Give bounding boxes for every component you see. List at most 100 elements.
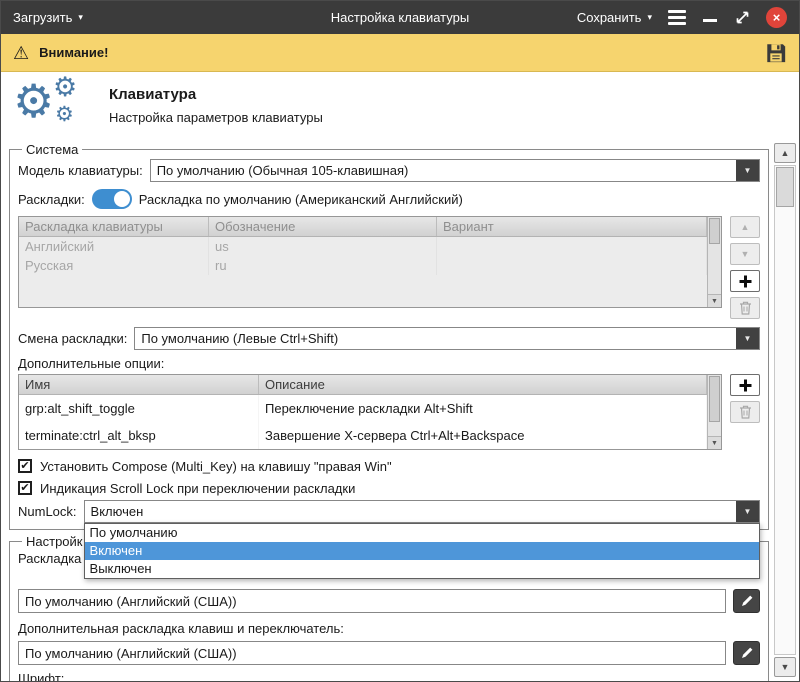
table-row[interactable]: Английский us [19,237,707,256]
table-row[interactable]: Русская ru [19,256,707,275]
column-header-description: Описание [259,375,707,394]
gear-icon: ⚙ [13,78,54,124]
titlebar: Загрузить ▾ Настройка клавиатуры Сохрани… [1,1,799,34]
page-scrollbar[interactable]: ▲ ▼ [774,143,796,677]
page-header-text: Клавиатура Настройка параметров клавиату… [109,86,323,125]
layout-switch-select[interactable]: По умолчанию (Левые Ctrl+Shift) ▼ [134,327,760,350]
scrollbar-track[interactable] [774,165,796,655]
default-layout-toggle[interactable] [92,189,132,209]
numlock-select-anchor: Включен ▼ По умолчанию Включен Выключен [84,500,760,523]
scrolllock-checkbox[interactable]: ✔ [18,481,32,495]
font-label: Шрифт: [18,671,760,682]
layout-name-cell: Русская [19,256,209,275]
table-row[interactable]: terminate:ctrl_alt_bksp Завершение X-сер… [19,422,707,449]
extra-layout-label: Дополнительная раскладка клавиш и перекл… [18,621,760,637]
numlock-select[interactable]: Включен ▼ [84,500,760,523]
extra-options-label: Дополнительные опции: [18,356,760,372]
scrolllock-checkbox-label: Индикация Scroll Lock при переключении р… [40,481,355,496]
layout-variant-cell [437,256,707,275]
compose-checkbox-label: Установить Compose (Multi_Key) на клавиш… [40,459,392,474]
keyboard-model-value: По умолчанию (Обычная 105-клавишная) [151,160,736,181]
plus-icon [738,378,753,393]
edit-console-layout-button[interactable] [733,589,760,613]
extra-layout-field[interactable]: По умолчанию (Английский (США)) [18,641,726,665]
keyboard-model-select[interactable]: По умолчанию (Обычная 105-клавишная) ▼ [150,159,760,182]
numlock-option-default[interactable]: По умолчанию [85,524,759,542]
layouts-table: Раскладка клавиатуры Обозначение Вариант… [18,216,722,308]
console-layout-row: По умолчанию (Английский (США)) [18,589,760,613]
plus-icon [738,274,753,289]
option-desc-cell: Завершение X-сервера Ctrl+Alt+Backspace [259,422,707,449]
console-layout-value: По умолчанию (Английский (США)) [25,594,237,609]
load-menu-label: Загрузить [13,10,72,25]
scrollbar-thumb[interactable] [709,218,720,244]
save-file-icon[interactable] [765,42,787,64]
scrollbar-thumb[interactable] [776,167,794,207]
gear-icon: ⚙ [53,74,77,101]
close-icon: × [773,11,781,24]
numlock-value: Включен [85,501,736,522]
toggle-knob-icon [114,191,130,207]
numlock-row: NumLock: Включен ▼ По умолчанию Включен … [18,500,760,523]
page-header: ⚙ ⚙ ⚙ Клавиатура Настройка параметров кл… [1,72,799,138]
option-desc-cell: Переключение раскладки Alt+Shift [259,395,707,422]
console-layout-field[interactable]: По умолчанию (Английский (США)) [18,589,726,613]
layout-code-cell: us [209,237,437,256]
warning-text: Внимание! [39,45,108,60]
delete-option-button[interactable] [730,401,760,423]
table-row[interactable]: grp:alt_shift_toggle Переключение раскла… [19,395,707,422]
move-down-button[interactable]: ▼ [730,243,760,265]
add-layout-button[interactable] [730,270,760,292]
options-table: Имя Описание grp:alt_shift_toggle Перекл… [18,374,722,450]
scroll-down-icon[interactable]: ▼ [774,657,796,677]
table-scrollbar[interactable]: ▼ [707,217,721,307]
chevron-down-icon: ▾ [78,13,83,22]
layouts-table-zone: Раскладка клавиатуры Обозначение Вариант… [18,216,760,319]
scrollbar-thumb[interactable] [709,376,720,422]
options-table-zone: Имя Описание grp:alt_shift_toggle Перекл… [18,374,760,450]
layouts-label: Раскладки: [18,192,85,207]
options-table-buttons [730,374,760,423]
chevron-down-icon[interactable]: ▼ [736,160,759,181]
minimize-button[interactable] [702,10,718,26]
maximize-button[interactable] [734,10,750,26]
content: Система Модель клавиатуры: По умолчанию … [1,142,799,682]
column-header-code: Обозначение [209,217,437,236]
keyboard-settings-window: Загрузить ▾ Настройка клавиатуры Сохрани… [0,0,800,682]
scroll-down-icon[interactable]: ▼ [708,294,721,307]
menu-icon[interactable] [668,10,686,25]
edit-extra-layout-button[interactable] [733,641,760,665]
chevron-down-icon[interactable]: ▼ [736,501,759,522]
layout-variant-cell [437,237,707,256]
page-subtitle: Настройка параметров клавиатуры [109,110,323,125]
save-menu-button[interactable]: Сохранить ▾ [577,10,652,25]
column-header-layout: Раскладка клавиатуры [19,217,209,236]
expand-icon [735,10,750,25]
compose-checkbox[interactable]: ✔ [18,459,32,473]
move-up-button[interactable]: ▲ [730,216,760,238]
system-group-legend: Система [22,142,82,157]
layout-switch-label: Смена раскладки: [18,331,127,346]
scroll-up-icon[interactable]: ▲ [774,143,796,163]
system-group: Система Модель клавиатуры: По умолчанию … [9,142,769,530]
keyboard-settings-icon: ⚙ ⚙ ⚙ [13,74,91,136]
table-scrollbar[interactable]: ▼ [707,375,721,449]
numlock-option-off[interactable]: Выключен [85,560,759,578]
layout-name-cell: Английский [19,237,209,256]
layout-switch-value: По умолчанию (Левые Ctrl+Shift) [135,328,736,349]
close-button[interactable]: × [766,7,787,28]
delete-layout-button[interactable] [730,297,760,319]
add-option-button[interactable] [730,374,760,396]
load-menu-button[interactable]: Загрузить ▾ [13,10,83,25]
scroll-down-icon[interactable]: ▼ [708,436,721,449]
trash-icon [739,301,752,315]
column-header-name: Имя [19,375,259,394]
keyboard-model-label: Модель клавиатуры: [18,163,143,178]
chevron-down-icon[interactable]: ▼ [736,328,759,349]
warning-bar: ⚠ Внимание! [1,34,799,72]
console-settings-legend: Настройк [22,534,86,549]
option-name-cell: grp:alt_shift_toggle [19,395,259,422]
save-menu-label: Сохранить [577,10,642,25]
layout-switch-row: Смена раскладки: По умолчанию (Левые Ctr… [18,327,760,350]
numlock-option-on[interactable]: Включен [85,542,759,560]
